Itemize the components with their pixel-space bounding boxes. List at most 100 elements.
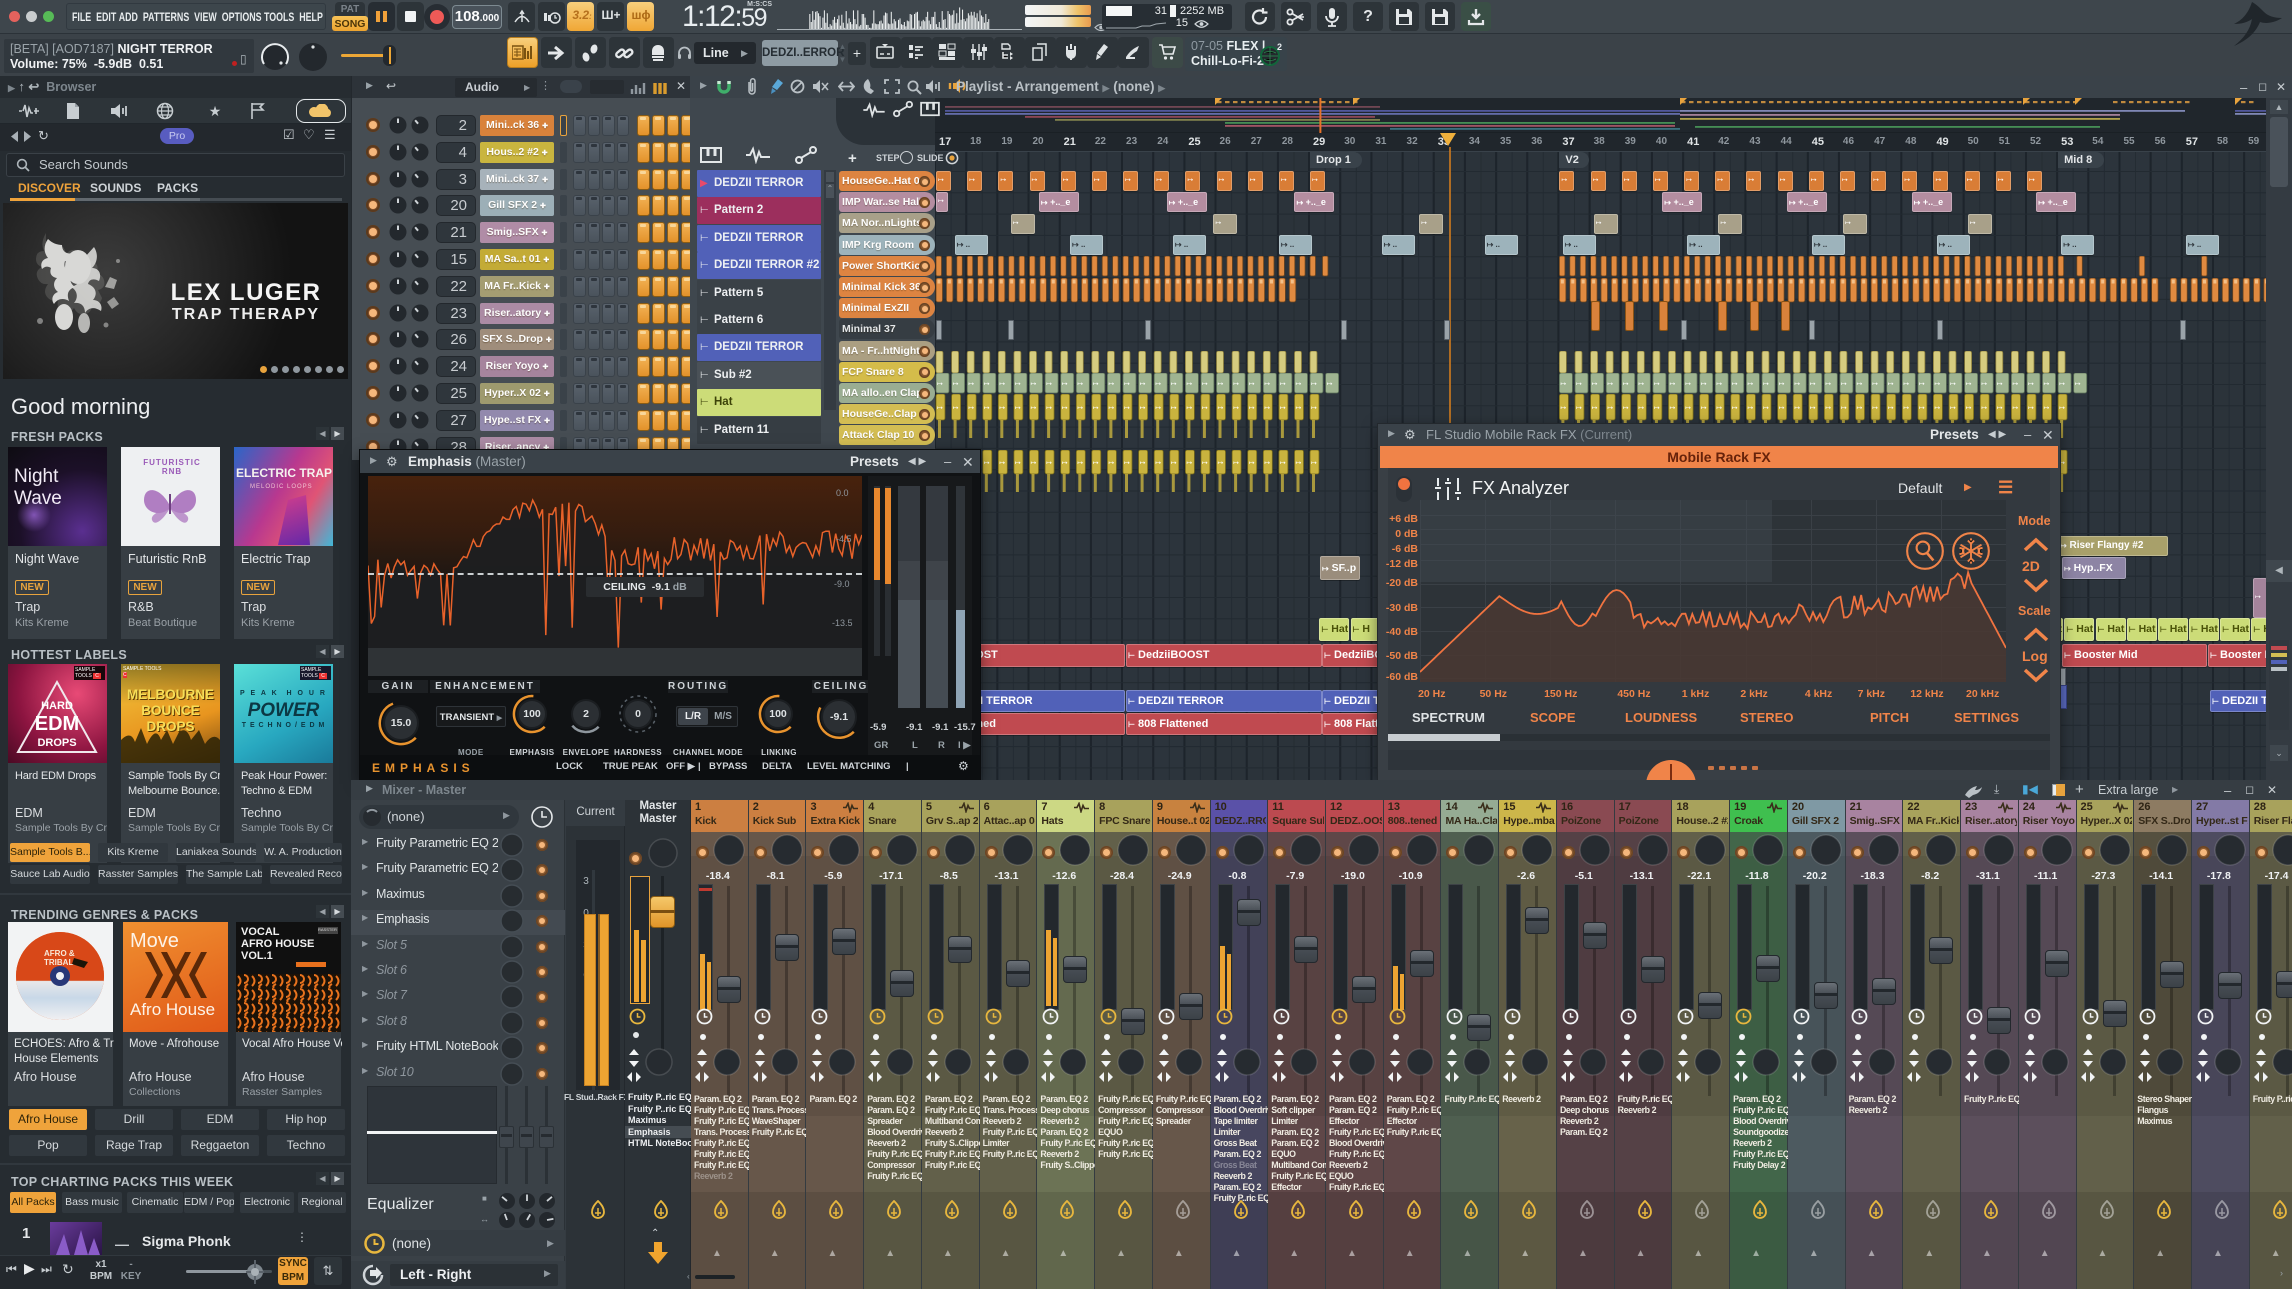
svg-text:↦: ↦ [1077, 405, 1083, 412]
svg-text:↦: ↦ [2075, 381, 2081, 388]
svg-text:↦: ↦ [1794, 405, 1800, 412]
svg-text:↦: ↦ [1155, 405, 1161, 412]
svg-text:↦: ↦ [1763, 405, 1769, 412]
svg-text:↦: ↦ [1888, 405, 1894, 412]
svg-text:↦: ↦ [1623, 405, 1629, 412]
svg-text:↦: ↦ [953, 381, 959, 388]
svg-text:↦: ↦ [1015, 405, 1021, 412]
svg-text:↦: ↦ [1685, 381, 1691, 388]
svg-text:↦: ↦ [1779, 381, 1785, 388]
svg-text:↦: ↦ [1296, 460, 1302, 467]
svg-text:↦: ↦ [1654, 405, 1660, 412]
svg-text:↦: ↦ [1202, 460, 1208, 467]
svg-text:↦: ↦ [1249, 381, 1255, 388]
svg-text:↦: ↦ [1280, 381, 1286, 388]
svg-text:↦: ↦ [1280, 460, 1286, 467]
svg-text:↦: ↦ [937, 381, 943, 388]
svg-text:↦: ↦ [1607, 405, 1613, 412]
svg-text:↦: ↦ [1311, 381, 1317, 388]
svg-text:↦: ↦ [1919, 381, 1925, 388]
svg-text:↦: ↦ [1233, 381, 1239, 388]
svg-text:↦: ↦ [1950, 381, 1956, 388]
svg-text:↦: ↦ [2044, 405, 2050, 412]
svg-text:↦: ↦ [1638, 381, 1644, 388]
svg-text:↦: ↦ [1732, 381, 1738, 388]
svg-text:↦: ↦ [1186, 405, 1192, 412]
svg-text:↦: ↦ [1732, 405, 1738, 412]
svg-text:↦: ↦ [1046, 460, 1052, 467]
svg-text:↦: ↦ [1311, 460, 1317, 467]
svg-text:↦: ↦ [1186, 381, 1192, 388]
svg-text:↦: ↦ [1576, 405, 1582, 412]
svg-text:↦: ↦ [1810, 405, 1816, 412]
svg-text:↦: ↦ [1155, 460, 1161, 467]
svg-text:↦: ↦ [1327, 381, 1333, 388]
svg-text:↦: ↦ [1592, 405, 1598, 412]
svg-text:↦: ↦ [1701, 381, 1707, 388]
svg-text:2: 2 [1277, 42, 1282, 52]
svg-text:↦: ↦ [1046, 381, 1052, 388]
svg-text:↦: ↦ [1701, 405, 1707, 412]
svg-text:↦: ↦ [1654, 381, 1660, 388]
svg-text:↦: ↦ [1218, 405, 1224, 412]
svg-text:↦: ↦ [1903, 405, 1909, 412]
svg-text:↦: ↦ [1031, 460, 1037, 467]
svg-text:↦: ↦ [1062, 460, 1068, 467]
svg-text:↦: ↦ [1108, 381, 1114, 388]
svg-text:↦: ↦ [1124, 460, 1130, 467]
svg-text:↦: ↦ [1249, 460, 1255, 467]
svg-text:↦: ↦ [1140, 460, 1146, 467]
svg-text:↦: ↦ [1872, 381, 1878, 388]
svg-text:↦: ↦ [1296, 405, 1302, 412]
svg-text:↦: ↦ [1841, 405, 1847, 412]
svg-text:↦: ↦ [1934, 405, 1940, 412]
svg-text:↦: ↦ [1560, 405, 1566, 412]
svg-text:↦: ↦ [1810, 381, 1816, 388]
svg-text:↦: ↦ [1716, 381, 1722, 388]
svg-text:↦: ↦ [953, 405, 959, 412]
svg-text:↦: ↦ [1997, 381, 2003, 388]
svg-text:↦: ↦ [1997, 405, 2003, 412]
svg-text:↦: ↦ [1233, 460, 1239, 467]
svg-text:↦: ↦ [2059, 460, 2065, 467]
svg-text:↦: ↦ [1670, 381, 1676, 388]
svg-text:↦: ↦ [1825, 405, 1831, 412]
svg-text:↦: ↦ [1015, 381, 1021, 388]
svg-text:↦: ↦ [2059, 381, 2065, 388]
svg-text:↦: ↦ [1124, 381, 1130, 388]
svg-text:↦: ↦ [1950, 405, 1956, 412]
svg-text:↦: ↦ [1779, 405, 1785, 412]
svg-text:↦: ↦ [1919, 405, 1925, 412]
svg-text:↦: ↦ [1108, 405, 1114, 412]
svg-text:↦: ↦ [999, 381, 1005, 388]
svg-text:↦: ↦ [2012, 381, 2018, 388]
svg-text:↦: ↦ [1124, 405, 1130, 412]
svg-text:↦: ↦ [1249, 405, 1255, 412]
svg-text:↦: ↦ [1031, 381, 1037, 388]
svg-text:↦: ↦ [1311, 405, 1317, 412]
svg-text:↦: ↦ [1576, 381, 1582, 388]
svg-text:↦: ↦ [1966, 405, 1972, 412]
svg-text:↦: ↦ [1218, 381, 1224, 388]
svg-text:↦: ↦ [984, 381, 990, 388]
svg-text:↦: ↦ [1747, 381, 1753, 388]
svg-text:↦: ↦ [999, 460, 1005, 467]
svg-text:↦: ↦ [1747, 405, 1753, 412]
svg-text:↦: ↦ [1155, 381, 1161, 388]
svg-text:↦: ↦ [1934, 381, 1940, 388]
svg-text:TRIBAL: TRIBAL [44, 958, 73, 967]
svg-text:↦: ↦ [1015, 460, 1021, 467]
svg-text:↦: ↦ [1062, 405, 1068, 412]
svg-text:↦: ↦ [2044, 381, 2050, 388]
svg-text:↦: ↦ [1077, 381, 1083, 388]
svg-text:↦: ↦ [968, 381, 974, 388]
svg-text:↦: ↦ [1872, 405, 1878, 412]
svg-text:↦: ↦ [1592, 381, 1598, 388]
svg-text:↦: ↦ [1794, 381, 1800, 388]
svg-text:↦: ↦ [968, 405, 974, 412]
svg-text:↦: ↦ [1062, 381, 1068, 388]
svg-text:↦: ↦ [1140, 405, 1146, 412]
svg-text:↦: ↦ [1171, 405, 1177, 412]
svg-text:↦: ↦ [2028, 405, 2034, 412]
svg-text:↦: ↦ [1046, 405, 1052, 412]
